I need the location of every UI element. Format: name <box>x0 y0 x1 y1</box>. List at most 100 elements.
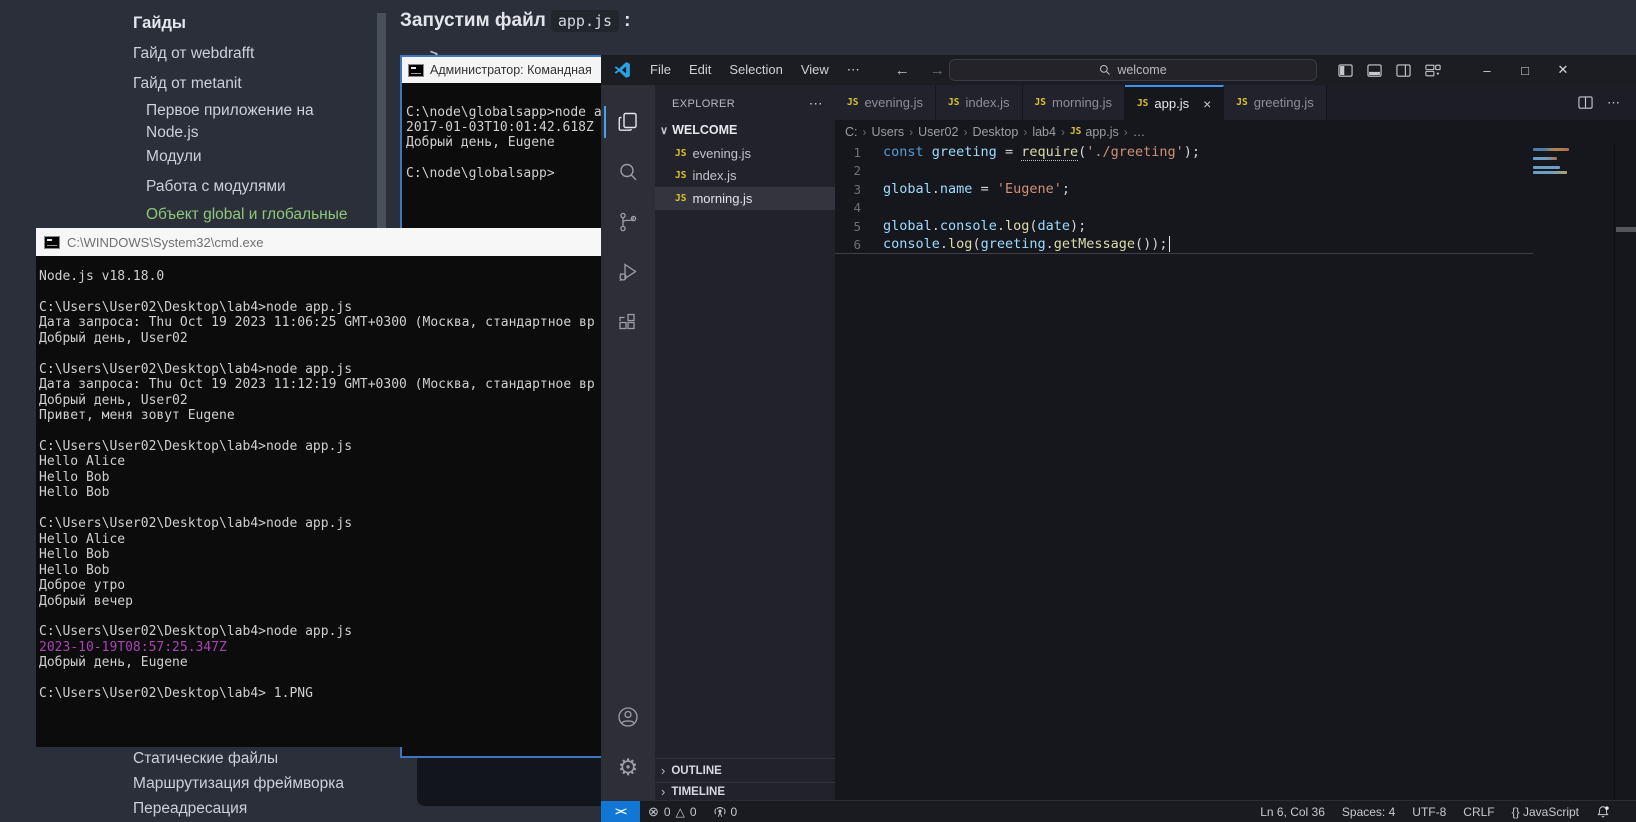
encoding[interactable]: UTF-8 <box>1412 805 1446 819</box>
editor-group: JSevening.jsJSindex.jsJSmorning.jsJSapp.… <box>835 85 1636 800</box>
window-minimize-button[interactable]: – <box>1470 57 1504 83</box>
tab-morning.js[interactable]: JSmorning.js <box>1023 85 1125 120</box>
search-value: welcome <box>1117 63 1166 77</box>
menu-file[interactable]: File <box>641 59 680 81</box>
tab-label: morning.js <box>1052 95 1112 110</box>
window-close-button[interactable]: ✕ <box>1546 57 1580 83</box>
tab-greeting.js[interactable]: JSgreeting.js <box>1224 85 1326 120</box>
extensions-icon[interactable] <box>604 297 652 347</box>
source-control-icon[interactable] <box>604 197 652 247</box>
sidebar-subitem[interactable]: Статические файлы <box>133 748 363 770</box>
cmd-icon <box>44 236 60 249</box>
code-line: 6console.log(greeting.getMessage()); <box>835 236 1533 255</box>
breadcrumb-item[interactable]: … <box>1133 125 1146 139</box>
nav-back-icon[interactable]: ← <box>895 62 910 79</box>
file-evening.js[interactable]: JSevening.js <box>655 142 835 165</box>
ports-status[interactable]: 0 <box>713 805 738 819</box>
customize-layout-icon[interactable] <box>1425 63 1441 78</box>
cursor-position[interactable]: Ln 6, Col 36 <box>1260 805 1325 819</box>
code-text: console.log(greeting.getMessage()); <box>883 236 1170 252</box>
file-label: evening.js <box>692 146 751 161</box>
section-timeline[interactable]: ›TIMELINE <box>655 782 835 800</box>
breadcrumb-item[interactable]: JSapp.js <box>1070 125 1119 139</box>
sidebar-subitem[interactable]: Модули <box>146 146 364 168</box>
menu-selection[interactable]: Selection <box>720 59 791 81</box>
file-morning.js[interactable]: JSmorning.js <box>655 187 835 210</box>
sidebar-subitem[interactable]: Первое приложение на Node.js <box>146 100 364 144</box>
terminal-line: C:\node\globalsapp> <box>406 166 602 181</box>
window-maximize-button[interactable]: □ <box>1508 57 1542 83</box>
token: console <box>883 236 940 252</box>
tab-app.js[interactable]: JSapp.js× <box>1125 85 1224 120</box>
notifications-bell-icon[interactable] <box>1596 805 1610 819</box>
line-number: 3 <box>835 182 861 197</box>
breadcrumb-item[interactable]: Desktop <box>972 125 1018 139</box>
toggle-sidebar-icon[interactable] <box>1338 63 1353 78</box>
code-text: global.name = 'Eugene'; <box>883 181 1070 197</box>
breadcrumb-item[interactable]: Users <box>872 125 905 139</box>
sidebar-subitem[interactable]: Маршрутизация фреймворка <box>133 773 363 795</box>
sidebar-item[interactable]: Гайд от webdrafft> <box>133 45 348 63</box>
terminal-line: Добрый день, User02 <box>39 393 607 408</box>
toggle-panel-icon[interactable] <box>1367 63 1382 78</box>
breadcrumb-label: User02 <box>918 125 958 139</box>
menu-[interactable]: ⋯ <box>838 59 869 81</box>
sidebar-item[interactable]: Гайд от metanit> <box>133 75 348 93</box>
code-editor[interactable]: 1const greeting = require('./greeting');… <box>835 143 1636 800</box>
terminal-line: Добрый день, Eugene <box>39 655 607 670</box>
tab-index.js[interactable]: JSindex.js <box>936 85 1023 120</box>
account-icon[interactable] <box>604 692 652 742</box>
errors-count: 0 <box>664 805 671 819</box>
sidebar-subitem[interactable]: Работа с модулями <box>146 176 364 198</box>
command-center-search[interactable]: welcome <box>949 59 1317 81</box>
split-editor-icon[interactable] <box>1578 95 1593 110</box>
terminal-line <box>39 501 607 516</box>
token: ( <box>972 236 980 252</box>
cmd-titlebar[interactable]: C:\WINDOWS\System32\cmd.exe <box>36 228 607 256</box>
editor-more-actions-icon[interactable]: ⋯ <box>1607 95 1620 111</box>
heading-colon: : <box>624 10 630 31</box>
terminal-line: Дата запроса: Thu Oct 19 2023 11:12:19 G… <box>39 377 607 392</box>
search-view-icon[interactable] <box>604 147 652 197</box>
problems-status[interactable]: ⊗ 0 △ 0 <box>640 804 697 820</box>
terminal-line <box>406 151 602 166</box>
menu-edit[interactable]: Edit <box>680 59 720 81</box>
token: name <box>940 181 973 197</box>
explorer-icon[interactable] <box>604 97 652 147</box>
explorer-actions-icon[interactable]: ⋯ <box>809 95 823 112</box>
vscode-titlebar[interactable]: FileEditSelectionView⋯ ← → welcome – □ <box>601 55 1636 85</box>
terminal-line <box>39 609 607 624</box>
terminal-line: Добрый вечер <box>39 594 607 609</box>
tab-evening.js[interactable]: JSevening.js <box>835 85 936 120</box>
admin-terminal-titlebar[interactable]: Администратор: Командная <box>402 57 606 83</box>
indentation[interactable]: Spaces: 4 <box>1342 805 1395 819</box>
menu-view[interactable]: View <box>792 59 838 81</box>
nav-forward-icon[interactable]: → <box>930 62 945 79</box>
eol[interactable]: CRLF <box>1463 805 1494 819</box>
breadcrumb-item[interactable]: User02 <box>918 125 958 139</box>
breadcrumb-item[interactable]: lab4 <box>1032 125 1056 139</box>
js-file-icon: JS <box>675 193 686 204</box>
remote-indicator[interactable]: >< <box>601 801 640 822</box>
tab-label: greeting.js <box>1254 95 1314 110</box>
folder-welcome[interactable]: ∨ WELCOME <box>655 118 835 142</box>
vscode-logo-icon <box>613 61 631 79</box>
breadcrumb-item[interactable]: C: <box>845 125 858 139</box>
breadcrumb-separator: › <box>963 125 967 139</box>
sidebar-subitem[interactable]: Переадресация <box>133 798 363 820</box>
chevron-down-icon: ∨ <box>660 124 668 137</box>
explorer-header-label: EXPLORER <box>672 98 735 110</box>
scrollbar-thumb[interactable] <box>1616 227 1636 232</box>
tab-close-icon[interactable]: × <box>1203 96 1211 112</box>
language-mode[interactable]: {} JavaScript <box>1512 805 1579 819</box>
terminal-line: Дата запроса: Thu Oct 19 2023 11:06:25 G… <box>39 315 607 330</box>
tab-label: evening.js <box>864 95 923 110</box>
run-debug-icon[interactable] <box>604 247 652 297</box>
admin-terminal-output: C:\node\globalsapp>node app2017-01-03T10… <box>402 83 606 181</box>
line-number: 4 <box>835 200 861 215</box>
section-outline[interactable]: ›OUTLINE <box>655 758 835 782</box>
settings-gear-icon[interactable]: ⚙ <box>604 742 652 792</box>
minimap[interactable] <box>1533 148 1575 176</box>
file-index.js[interactable]: JSindex.js <box>655 165 835 188</box>
toggle-secondary-sidebar-icon[interactable] <box>1396 63 1411 78</box>
